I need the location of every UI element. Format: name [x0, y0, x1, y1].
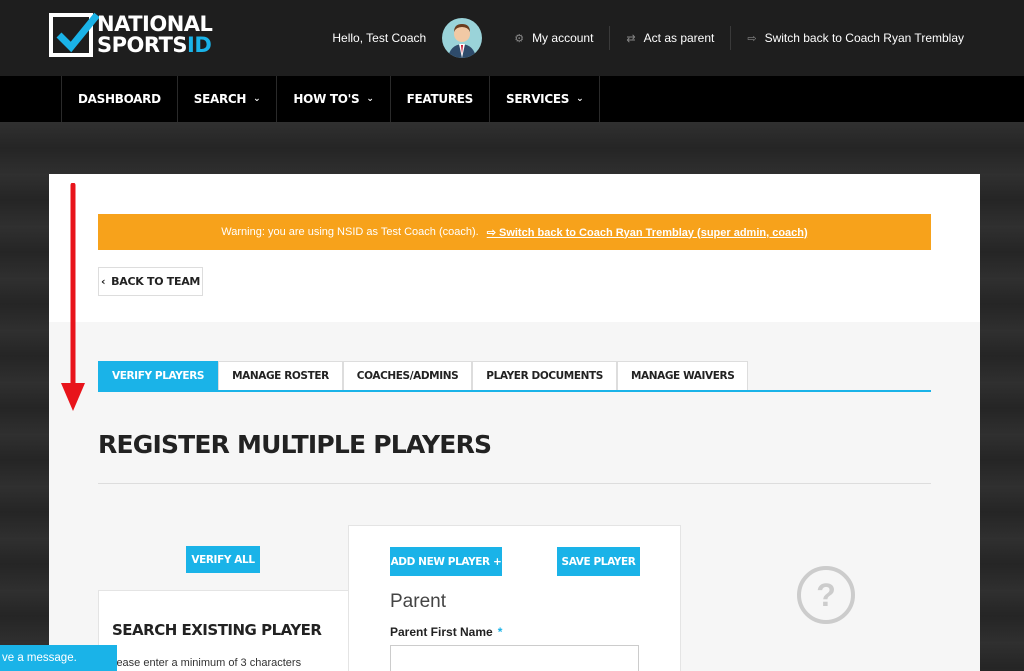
top-bar: NATIONAL SPORTSID Hello, Test Coach ⚙ My… — [0, 0, 1024, 76]
parent-section-heading: Parent — [390, 591, 446, 612]
logo-line-1: NATIONAL — [97, 12, 213, 36]
chat-widget-tab[interactable]: ve a message. — [0, 645, 117, 671]
title-divider — [98, 483, 931, 484]
main-nav: DASHBOARD SEARCH ⌄ HOW TO'S ⌄ FEATURES SER… — [0, 76, 1024, 122]
red-arrow-annotation — [61, 183, 85, 411]
team-tabs: VERIFY PLAYERS MANAGE ROSTER COACHES/ADM… — [98, 361, 931, 392]
save-player-button[interactable]: SAVE PLAYER — [557, 547, 640, 576]
chevron-down-icon: ⌄ — [576, 94, 584, 104]
nav-how-tos[interactable]: HOW TO'S ⌄ — [276, 76, 389, 122]
tab-manage-waivers[interactable]: MANAGE WAIVERS — [616, 361, 749, 390]
tab-manage-roster[interactable]: MANAGE ROSTER — [218, 361, 343, 390]
add-new-player-label: ADD NEW PLAYER — [390, 555, 491, 568]
chevron-down-icon: ⌄ — [366, 94, 374, 104]
warning-switch-label: Switch back to Coach Ryan Tremblay (supe… — [498, 226, 808, 239]
page-title: REGISTER MULTIPLE PLAYERS — [98, 430, 492, 459]
verify-all-button[interactable]: VERIFY ALL — [186, 546, 260, 573]
required-mark: * — [497, 625, 503, 639]
switch-icon: ⇨ — [747, 32, 757, 45]
warning-text: Warning: you are using NSID as Test Coac… — [221, 226, 479, 238]
main-card: Warning: you are using NSID as Test Coac… — [49, 174, 980, 671]
chevron-left-icon: ‹ — [100, 275, 106, 288]
logo-text: NATIONAL SPORTSID — [97, 12, 213, 56]
act-as-parent-link[interactable]: ⇄ Act as parent — [609, 26, 730, 50]
back-to-team-label: BACK TO TEAM — [111, 275, 201, 288]
tab-verify-players[interactable]: VERIFY PLAYERS — [98, 361, 219, 390]
parent-first-name-label: Parent First Name * — [390, 625, 502, 639]
nav-how-tos-label: HOW TO'S — [293, 92, 360, 106]
avatar-person-icon — [448, 24, 477, 58]
nav-dashboard[interactable]: DASHBOARD — [61, 76, 177, 122]
tab-manage-roster-label: MANAGE ROSTER — [232, 370, 329, 382]
nav-features-label: FEATURES — [406, 92, 474, 106]
nav-services-label: SERVICES — [506, 92, 570, 106]
help-icon[interactable]: ? — [797, 566, 855, 624]
search-hint: lease enter a minimum of 3 characters — [114, 657, 302, 669]
avatar[interactable] — [442, 18, 483, 58]
act-as-parent-label: Act as parent — [643, 31, 715, 45]
my-account-link[interactable]: ⚙ My account — [498, 26, 609, 50]
nav-search-label: SEARCH — [193, 92, 247, 106]
gear-icon: ⚙ — [514, 32, 525, 45]
tab-manage-waivers-label: MANAGE WAIVERS — [630, 370, 735, 382]
warning-switch-link[interactable]: ⇨ Switch back to Coach Ryan Tremblay (su… — [487, 226, 808, 239]
chevron-down-icon: ⌄ — [253, 94, 261, 104]
player-form-panel: ADD NEW PLAYER + SAVE PLAYER Parent Pare… — [348, 525, 681, 671]
tab-coaches-admins[interactable]: COACHES/ADMINS — [342, 361, 473, 390]
greeting: Hello, Test Coach — [332, 31, 427, 45]
nav-services[interactable]: SERVICES ⌄ — [489, 76, 601, 122]
plus-icon: + — [493, 555, 502, 568]
nav-search[interactable]: SEARCH ⌄ — [176, 76, 277, 122]
tab-player-documents-label: PLAYER DOCUMENTS — [486, 370, 603, 382]
add-new-player-button[interactable]: ADD NEW PLAYER + — [390, 547, 502, 576]
account-links: Hello, Test Coach ⚙ My account ⇄ Act as … — [332, 0, 980, 76]
nav-dashboard-label: DASHBOARD — [78, 92, 161, 106]
parent-first-name-input[interactable] — [390, 645, 639, 671]
switch-back-label: Switch back to Coach Ryan Tremblay — [764, 31, 964, 45]
logo-check-icon — [49, 12, 99, 57]
tab-coaches-admins-label: COACHES/ADMINS — [356, 370, 459, 382]
switch-back-link[interactable]: ⇨ Switch back to Coach Ryan Tremblay — [730, 26, 980, 50]
back-to-team-button[interactable]: ‹ BACK TO TEAM — [98, 267, 203, 296]
logo-line-2-a: SPORTS — [97, 33, 188, 57]
parent-first-name-text: Parent First Name — [390, 625, 493, 639]
logo-line-2: SPORTSID — [97, 35, 212, 56]
tab-verify-players-label: VERIFY PLAYERS — [112, 370, 205, 382]
swap-icon: ⇄ — [626, 32, 636, 45]
my-account-label: My account — [532, 31, 594, 45]
search-existing-player-panel: SEARCH EXISTING PLAYER lease enter a min… — [98, 590, 353, 671]
brand-logo[interactable]: NATIONAL SPORTSID — [49, 12, 213, 57]
tab-player-documents[interactable]: PLAYER DOCUMENTS — [472, 361, 617, 390]
search-panel-title: SEARCH EXISTING PLAYER — [112, 621, 322, 639]
logo-line-2-b: ID — [187, 33, 212, 57]
impersonation-warning: Warning: you are using NSID as Test Coac… — [98, 214, 931, 250]
nav-features[interactable]: FEATURES — [389, 76, 489, 122]
